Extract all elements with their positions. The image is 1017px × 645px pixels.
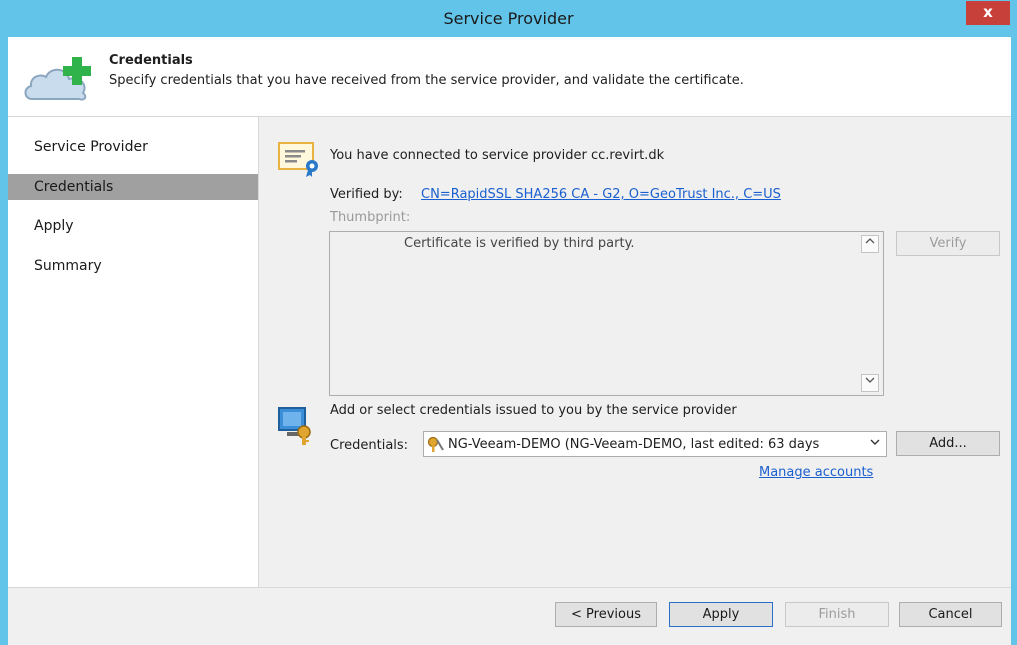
chevron-down-icon — [865, 377, 875, 383]
manage-accounts-link[interactable]: Manage accounts — [759, 465, 873, 480]
cloud-plus-icon — [22, 55, 92, 109]
sidebar-item-summary[interactable]: Summary — [8, 253, 258, 279]
apply-button[interactable]: Apply — [669, 602, 773, 627]
chevron-up-icon — [865, 238, 875, 244]
footer-divider — [8, 587, 1011, 588]
credentials-dropdown[interactable]: NG-Veeam-DEMO (NG-Veeam-DEMO, last edite… — [423, 431, 887, 457]
credentials-key-icon — [277, 406, 315, 450]
certificate-icon — [278, 140, 322, 182]
sidebar-item-apply[interactable]: Apply — [8, 213, 258, 239]
sidebar-item-service-provider[interactable]: Service Provider — [8, 134, 258, 160]
key-icon — [427, 436, 445, 457]
title-bar: Service Provider x — [0, 0, 1017, 37]
chevron-down-icon — [870, 436, 880, 449]
thumbprint-label: Thumbprint: — [330, 210, 411, 225]
close-button[interactable]: x — [966, 1, 1010, 25]
credentials-selected-value: NG-Veeam-DEMO (NG-Veeam-DEMO, last edite… — [448, 437, 820, 452]
finish-button[interactable]: Finish — [785, 602, 889, 627]
thumbprint-textarea[interactable]: Certificate is verified by third party. — [329, 231, 884, 396]
wizard-client-area: Credentials Specify credentials that you… — [8, 37, 1011, 645]
wizard-content: You have connected to service provider c… — [259, 117, 1011, 587]
verify-button[interactable]: Verify — [896, 231, 1000, 256]
service-provider-window: Service Provider x Credentials Specify c… — [0, 0, 1017, 645]
scroll-up-button[interactable] — [861, 235, 879, 253]
wizard-steps-sidebar: Service Provider Credentials Apply Summa… — [8, 117, 258, 587]
credentials-label: Credentials: — [330, 438, 409, 453]
sidebar-item-credentials[interactable]: Credentials — [8, 174, 258, 200]
window-title: Service Provider — [443, 9, 574, 28]
previous-button[interactable]: < Previous — [555, 602, 657, 627]
thumbprint-text: Certificate is verified by third party. — [404, 236, 635, 251]
verified-by-link[interactable]: CN=RapidSSL SHA256 CA - G2, O=GeoTrust I… — [421, 187, 781, 202]
header-title: Credentials — [109, 53, 193, 68]
header-description: Specify credentials that you have receiv… — [109, 73, 744, 88]
credentials-heading: Add or select credentials issued to you … — [330, 403, 737, 418]
add-credentials-button[interactable]: Add... — [896, 431, 1000, 456]
wizard-header: Credentials Specify credentials that you… — [8, 37, 1011, 117]
cancel-button[interactable]: Cancel — [899, 602, 1002, 627]
verified-by-label: Verified by: — [330, 187, 403, 202]
scroll-down-button[interactable] — [861, 374, 879, 392]
connected-status-text: You have connected to service provider c… — [330, 148, 665, 163]
